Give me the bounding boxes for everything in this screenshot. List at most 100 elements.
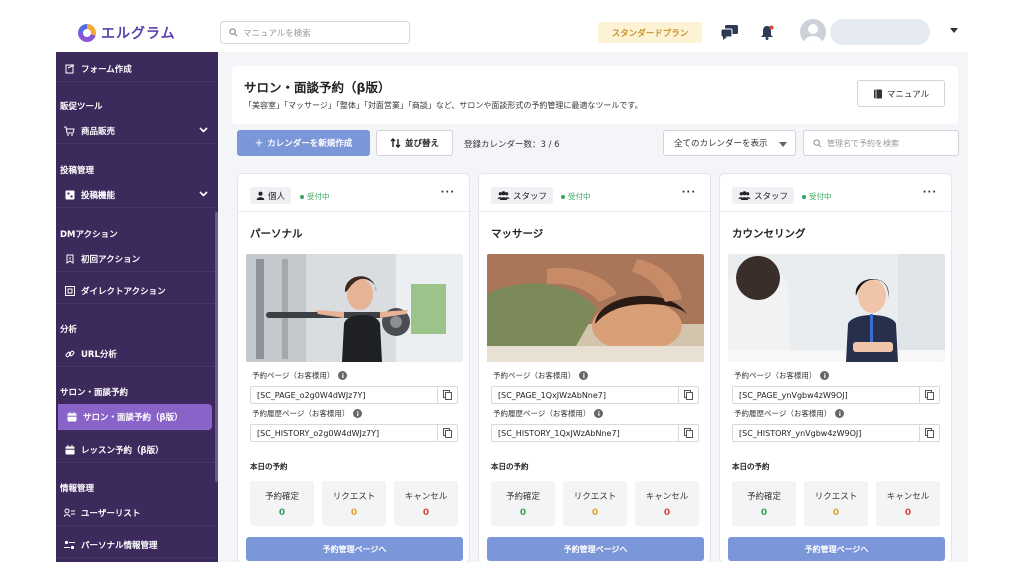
dropdown-caret-icon (779, 142, 787, 147)
stat-value: 0 (832, 508, 840, 518)
gym-woman-photo (246, 254, 463, 362)
reserve-page-code-field[interactable]: [SC_PAGE_ynVgbw4zW9OJ] (732, 386, 940, 404)
info-icon[interactable]: i (353, 409, 363, 418)
user-name-pill[interactable] (830, 19, 930, 45)
stat-label: 予約確定 (505, 492, 540, 502)
stat-request: リクエスト 0 (804, 481, 868, 526)
sidebar-scrollbar[interactable] (215, 212, 218, 482)
search-icon (229, 28, 238, 37)
manual-search-input[interactable]: マニュアルを検索 (220, 21, 410, 44)
sidebar-item-personal-info[interactable]: パーソナル情報管理 (56, 532, 214, 558)
card-title: パーソナル (250, 228, 303, 240)
badge-label: スタッフ (754, 191, 789, 202)
sidebar-item-label: 初回アクション (81, 254, 141, 265)
stat-value: 0 (904, 508, 912, 518)
chat-icon[interactable] (720, 23, 738, 41)
sort-button[interactable]: 並び替え (376, 130, 453, 156)
calendar-filter-select[interactable]: 全てのカレンダーを表示 (663, 130, 796, 156)
stat-cancel: キャンセル 0 (394, 481, 458, 526)
create-calendar-button[interactable]: ＋ カレンダーを新規作成 (237, 130, 370, 156)
history-page-label: 予約履歴ページ（お客様用） i (493, 408, 604, 419)
reserve-page-label: 予約ページ（お客様用） i (493, 370, 589, 381)
status-badge: 受付中 (802, 191, 832, 202)
calendar-icon (64, 444, 75, 455)
stat-confirmed: 予約確定 0 (732, 481, 796, 526)
manage-bookings-button[interactable]: 予約管理ページへ (487, 537, 704, 561)
copy-icon[interactable] (437, 387, 457, 403)
logo[interactable]: エルグラム (78, 23, 176, 43)
sidebar-item-label: URL分析 (81, 349, 117, 360)
sidebar-item-label: 商品販売 (81, 126, 116, 137)
sidebar-item-first-action[interactable]: 初回アクション (56, 246, 214, 272)
chevron-down-icon[interactable] (950, 28, 958, 33)
manage-bookings-button[interactable]: 予約管理ページへ (728, 537, 945, 561)
sidebar-item-user-list[interactable]: ユーザーリスト (56, 500, 214, 526)
staff-icon (738, 191, 751, 200)
sidebar-item-form[interactable]: フォーム作成 (56, 56, 214, 82)
plan-badge[interactable]: スタンダードプラン (598, 22, 702, 43)
divider (720, 211, 951, 212)
page-header: サロン・面談予約（β版） 「美容室」「マッサージ」「整体」「対面営業」「商談」な… (232, 66, 958, 124)
divider (479, 211, 710, 212)
post-icon (64, 189, 75, 200)
reserve-page-label: 予約ページ（お客様用） i (252, 370, 348, 381)
info-icon[interactable]: i (820, 371, 830, 380)
more-options-icon[interactable]: ··· (441, 187, 455, 198)
booking-search-input[interactable]: 管理名で予約を検索 (803, 130, 959, 156)
info-icon[interactable]: i (835, 409, 845, 418)
info-icon[interactable]: i (594, 409, 604, 418)
stat-request: リクエスト 0 (322, 481, 386, 526)
logo-text: エルグラム (101, 26, 176, 42)
reserve-page-code-field[interactable]: [SC_PAGE_o2g0W4dWJz7Y] (250, 386, 458, 404)
history-page-code-field[interactable]: [SC_HISTORY_ynVgbw4zW9OJ] (732, 424, 940, 442)
page-title: サロン・面談予約（β版） (244, 80, 391, 95)
status-label: 受付中 (307, 192, 330, 201)
stat-value: 0 (591, 508, 599, 518)
copy-icon[interactable] (678, 387, 698, 403)
bell-icon[interactable] (758, 23, 776, 41)
history-page-code-field[interactable]: [SC_HISTORY_o2g0W4dWJz7Y] (250, 424, 458, 442)
page-description: 「美容室」「マッサージ」「整体」「対面営業」「商談」など、サロンや面談形式の予約… (244, 101, 643, 110)
sidebar-item-label: サロン・面談予約（β版） (83, 412, 183, 423)
stat-label: リクエスト (332, 492, 376, 502)
sidebar-item-url-analytics[interactable]: URL分析 (56, 341, 214, 367)
reserve-page-code-field[interactable]: [SC_PAGE_1QxJWzAbNne7] (491, 386, 699, 404)
copy-icon[interactable] (919, 387, 939, 403)
stat-label: キャンセル (886, 492, 930, 502)
more-options-icon[interactable]: ··· (682, 187, 696, 198)
calendar-icon (66, 411, 77, 422)
sort-icon (390, 138, 401, 148)
sidebar-item-lesson-booking[interactable]: レッスン予約（β版） (56, 437, 214, 463)
book-icon (873, 89, 882, 98)
link-icon (64, 348, 75, 359)
history-page-code-field[interactable]: [SC_HISTORY_1QxJWzAbNne7] (491, 424, 699, 442)
status-badge: 受付中 (561, 191, 591, 202)
copy-icon[interactable] (919, 425, 939, 441)
reserve-page-label: 予約ページ（お客様用） i (734, 370, 830, 381)
manage-bookings-button[interactable]: 予約管理ページへ (246, 537, 463, 561)
info-icon[interactable]: i (338, 371, 348, 380)
cart-icon (64, 125, 75, 136)
sidebar-item-salon-booking[interactable]: サロン・面談予約（β版） (58, 404, 212, 430)
manual-button[interactable]: マニュアル (857, 80, 945, 107)
history-code: [SC_HISTORY_1QxJWzAbNne7] (498, 428, 620, 438)
calendar-count: 登録カレンダー数：3 / 6 (464, 140, 560, 150)
stat-label: 予約確定 (264, 492, 299, 502)
sidebar: フォーム作成 販促ツール 商品販売 投稿管理 投稿機能 DMアクション 初回アク… (56, 52, 218, 562)
today-bookings-label: 本日の予約 (250, 462, 288, 471)
calendar-card: スタッフ 受付中 ··· マッサージ 予約ページ（お客様用） i [SC_PAGE… (478, 173, 711, 562)
sidebar-item-post-feature[interactable]: 投稿機能 (56, 182, 214, 208)
copy-icon[interactable] (437, 425, 457, 441)
more-options-icon[interactable]: ··· (923, 187, 937, 198)
manual-button-label: マニュアル (886, 89, 930, 100)
copy-icon[interactable] (678, 425, 698, 441)
info-icon[interactable]: i (579, 371, 589, 380)
sidebar-item-direct-action[interactable]: ダイレクトアクション (56, 278, 214, 304)
sidebar-item-product-sales[interactable]: 商品販売 (56, 118, 214, 144)
card-type-badge: スタッフ (732, 187, 795, 204)
sidebar-item-label: フォーム作成 (81, 64, 132, 75)
avatar[interactable] (800, 19, 826, 45)
sidebar-section-info: 情報管理 (60, 484, 95, 494)
stat-value: 0 (519, 508, 527, 518)
stat-value: 0 (422, 508, 430, 518)
